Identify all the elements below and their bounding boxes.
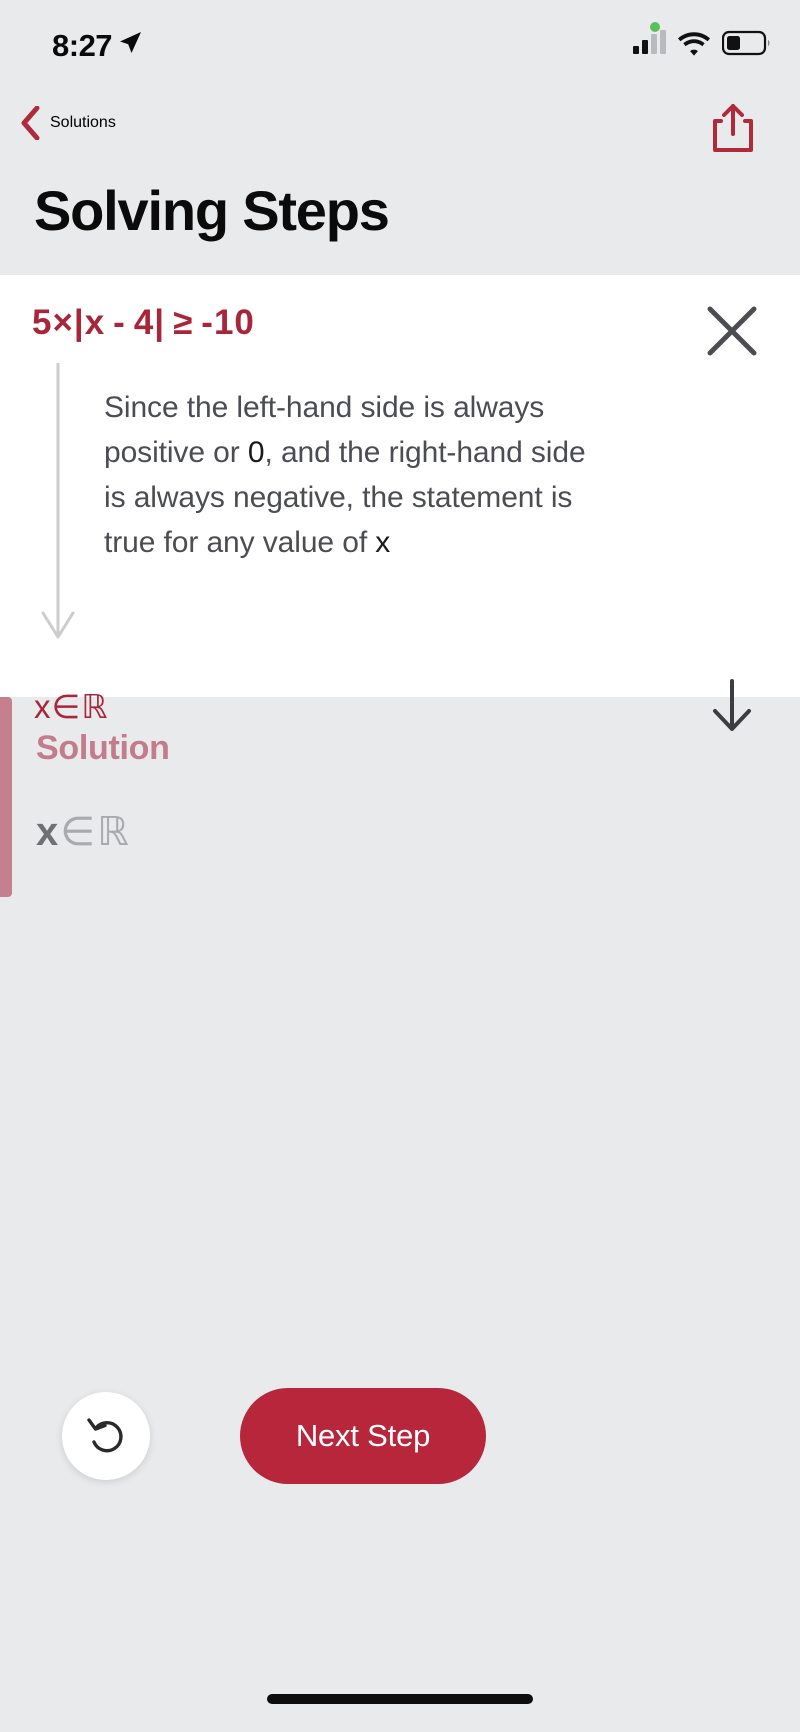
bottom-action-bar: Next Step bbox=[0, 1388, 800, 1732]
solution-label: Solution bbox=[36, 729, 170, 767]
app-screen: 8:27 Solutions Solving Steps 5×|x - 4| ≥… bbox=[0, 0, 800, 1732]
down-arrow-connector-icon bbox=[41, 363, 75, 639]
share-upload-icon[interactable] bbox=[710, 102, 756, 154]
solution-accent-bar bbox=[0, 697, 12, 897]
wifi-icon bbox=[678, 32, 710, 56]
back-button[interactable]: Solutions bbox=[20, 106, 116, 140]
next-step-button[interactable]: Next Step bbox=[240, 1388, 486, 1484]
close-x-icon[interactable] bbox=[704, 303, 760, 359]
status-bar: 8:27 bbox=[0, 0, 800, 96]
back-button-label: Solutions bbox=[50, 114, 116, 131]
cellular-signal-icon bbox=[633, 30, 666, 54]
home-indicator[interactable] bbox=[267, 1694, 533, 1704]
undo-button[interactable] bbox=[62, 1392, 150, 1480]
page-title: Solving Steps bbox=[34, 179, 390, 242]
solution-value-variable: x bbox=[36, 810, 61, 854]
solution-value: x∈ℝ bbox=[36, 809, 131, 855]
explanation-part-3: x bbox=[375, 526, 391, 559]
step-explanation: Since the left-hand side is always posit… bbox=[104, 385, 604, 565]
status-time: 8:27 bbox=[52, 28, 113, 63]
undo-arrow-icon bbox=[87, 1418, 123, 1453]
chevron-left-icon bbox=[21, 106, 40, 140]
battery-low-icon bbox=[722, 30, 770, 56]
navigation-bar: Solutions bbox=[0, 96, 800, 170]
solution-value-member-symbol: ∈ bbox=[60, 810, 98, 854]
location-arrow-icon bbox=[120, 32, 141, 53]
solving-step-card: 5×|x - 4| ≥ -10 Since the left-hand side… bbox=[0, 275, 800, 731]
status-icons bbox=[633, 30, 772, 56]
explanation-part-1: 0 bbox=[247, 436, 265, 469]
solution-section: Solution x∈ℝ bbox=[0, 697, 800, 897]
solution-value-set-symbol: ℝ bbox=[97, 809, 131, 855]
step-equation: 5×|x - 4| ≥ -10 bbox=[32, 303, 255, 342]
